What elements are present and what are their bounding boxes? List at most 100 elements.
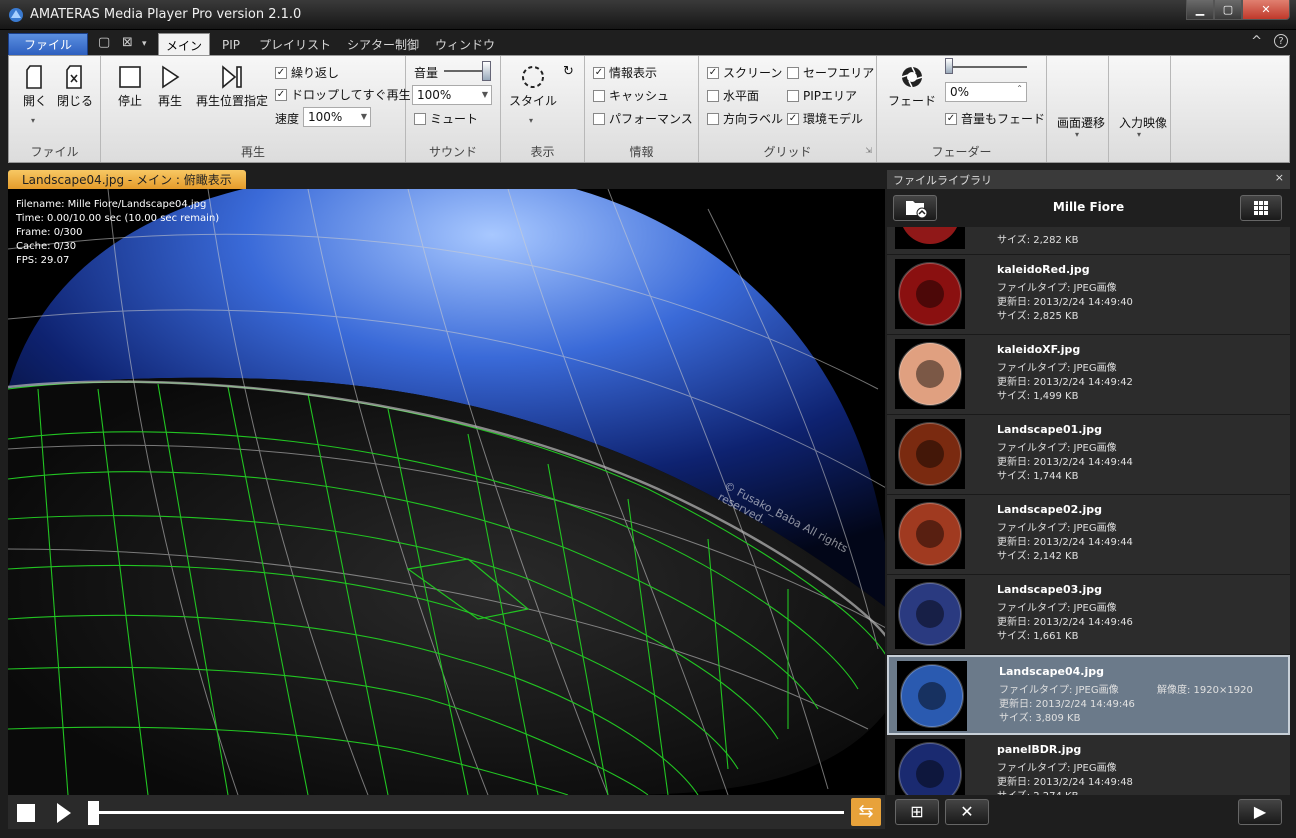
horizon-checkbox[interactable]: 水平面 <box>707 87 759 104</box>
play-group-label: 再生 <box>240 145 265 159</box>
mute-checkbox[interactable]: ミュート <box>414 110 478 127</box>
checkbox-box <box>707 89 719 102</box>
thumbnail <box>895 339 965 409</box>
speed-combo[interactable]: 100% ▼ <box>303 107 371 127</box>
volume-combo[interactable]: 100% ▼ <box>412 85 492 105</box>
thumbnail <box>895 499 965 569</box>
checkbox-box: ✓ <box>707 66 719 79</box>
loop-checkbox[interactable]: ✓ 繰り返し <box>275 64 339 81</box>
thumbnail <box>895 419 965 489</box>
fade-value-spinner[interactable]: 0% ⌃ <box>945 82 1027 102</box>
style-button[interactable]: スタイル <box>507 64 559 109</box>
style-dropdown-icon[interactable]: ▾ <box>529 116 533 125</box>
list-item[interactable]: サイズ: 2,282 KB <box>887 227 1290 255</box>
close-file-icon <box>66 65 82 89</box>
library-play-button[interactable]: ▶ <box>1238 799 1282 825</box>
close-window-button[interactable]: ✕ <box>1242 0 1290 20</box>
open-button[interactable]: 開く <box>19 64 51 109</box>
env-model-checkbox[interactable]: ✓ 環境モデル <box>787 110 863 127</box>
volume-label: 音量 <box>414 66 439 80</box>
fader-group: フェード 0% ⌃ ✓ 音量もフェード フェーダー <box>877 56 1047 162</box>
loop-toggle-button[interactable]: ⇆ <box>851 798 881 826</box>
stop-button[interactable]: 停止 <box>115 64 145 109</box>
file-size: サイズ: 1,661 KB <box>997 631 1079 642</box>
pip-area-checkbox[interactable]: PIPエリア <box>787 87 857 104</box>
tab-file[interactable]: ファイル <box>8 33 88 56</box>
play-group: 停止 再生 再生位置指定 ✓ 繰り返し ✓ ドロップしてすぐ再生 速度 100% ▼ … <box>101 56 411 162</box>
screen-checkbox[interactable]: ✓ スクリーン <box>707 64 782 81</box>
close-file-button[interactable]: 閉じる <box>55 64 95 109</box>
tab-main[interactable]: メイン <box>158 33 210 56</box>
rotate-icon[interactable]: ↻ <box>563 64 574 79</box>
safe-area-checkbox[interactable]: セーフエリア <box>787 64 874 81</box>
tab-pip[interactable]: PIP <box>215 33 247 56</box>
file-type: ファイルタイプ: JPEG画像 <box>997 363 1117 374</box>
volume-fade-checkbox[interactable]: ✓ 音量もフェード <box>945 110 1045 127</box>
open-file-icon <box>26 65 42 89</box>
input-video-group[interactable]: 入力映像 ▾ <box>1109 56 1171 162</box>
grid-view-button[interactable] <box>1240 195 1282 221</box>
open-dropdown-icon[interactable]: ▾ <box>31 116 35 125</box>
seek-button[interactable]: 再生位置指定 <box>195 64 269 109</box>
list-item[interactable]: kaleidoRed.jpg ファイルタイプ: JPEG画像 更新日: 2013/2… <box>887 255 1290 335</box>
list-item[interactable]: Landscape02.jpg ファイルタイプ: JPEG画像 更新日: 2013/… <box>887 495 1290 575</box>
remove-file-button[interactable]: ✕ <box>945 799 989 825</box>
minimize-button[interactable]: ▁ <box>1186 0 1214 20</box>
library-header: ファイルライブラリ × <box>887 170 1290 189</box>
tab-theater[interactable]: シアター制御 <box>343 33 423 56</box>
checkbox-box <box>593 89 605 102</box>
list-item[interactable]: Landscape01.jpg ファイルタイプ: JPEG画像 更新日: 2013/… <box>887 415 1290 495</box>
viewer-tab[interactable]: Landscape04.jpg - メイン : 俯瞰表示 <box>8 170 246 189</box>
dome-viewer[interactable]: Filename: Mille Fiore/Landscape04.jpg Ti… <box>8 189 885 795</box>
maximize-button[interactable]: ▢ <box>1214 0 1242 20</box>
file-size: サイズ: 3,809 KB <box>999 713 1081 724</box>
transport-play-button[interactable] <box>57 803 71 823</box>
thumbnail <box>897 661 967 731</box>
volume-slider-thumb[interactable] <box>482 61 491 81</box>
fade-button[interactable]: フェード <box>887 64 937 109</box>
input-video-label: 入力映像 <box>1119 116 1168 130</box>
add-file-icon: ⊞ <box>910 802 924 821</box>
tab-window[interactable]: ウィンドウ <box>430 33 500 56</box>
screen-transition-group[interactable]: 画面遷移 ▾ <box>1047 56 1109 162</box>
add-file-button[interactable]: ⊞ <box>895 799 939 825</box>
app-window: AMATERAS Media Player Pro version 2.1.0 … <box>0 0 1296 838</box>
cache-checkbox[interactable]: キャッシュ <box>593 87 669 104</box>
fade-slider-track[interactable] <box>947 66 1027 68</box>
checkbox-box <box>787 66 799 79</box>
help-icon[interactable]: ? <box>1274 34 1288 48</box>
direction-label-checkbox[interactable]: 方向ラベル <box>707 110 783 127</box>
info-cache: Cache: 0/30 <box>16 241 77 252</box>
info-display-checkbox[interactable]: ✓ 情報表示 <box>593 64 657 81</box>
library-close-button[interactable]: × <box>1275 171 1284 184</box>
list-item[interactable]: Landscape03.jpg ファイルタイプ: JPEG画像 更新日: 2013/… <box>887 575 1290 655</box>
quick-close-icon[interactable]: ⊠ <box>122 35 133 50</box>
file-size: サイズ: 1,499 KB <box>997 391 1079 402</box>
list-item[interactable]: kaleidoXF.jpg ファイルタイプ: JPEG画像更新日: 2013/2/… <box>887 335 1290 415</box>
seek-track[interactable] <box>88 811 844 814</box>
ribbon: 開く ▾ 閉じる ファイル 停止 再生 再生位置指定 ✓ 繰り返し ✓ ドロップ… <box>8 55 1290 163</box>
loop-icon: ⇆ <box>858 801 874 822</box>
info-time: Time: 0.00/10.00 sec (10.00 sec remain) <box>16 213 220 224</box>
thumbnail <box>895 739 965 795</box>
seek-icon <box>222 65 242 89</box>
drop-play-checkbox[interactable]: ✓ ドロップしてすぐ再生 <box>275 86 411 103</box>
performance-checkbox[interactable]: パフォーマンス <box>593 110 693 127</box>
transport-stop-button[interactable] <box>17 804 35 822</box>
file-name: panelBDR.jpg <box>997 743 1082 756</box>
seek-thumb[interactable] <box>88 801 99 825</box>
quick-access-dropdown-icon[interactable]: ▾ <box>142 39 147 49</box>
list-item[interactable]: Landscape04.jpg ファイルタイプ: JPEG画像 更新日: 2013/… <box>887 655 1290 735</box>
play-button[interactable]: 再生 <box>155 64 185 109</box>
file-date: 更新日: 2013/2/24 14:49:42 <box>997 377 1133 388</box>
grid-group-label: グリッド <box>763 145 812 159</box>
tab-playlist[interactable]: プレイリスト <box>255 33 335 56</box>
fade-slider-thumb[interactable] <box>945 58 953 74</box>
list-item[interactable]: panelBDR.jpg ファイルタイプ: JPEG画像 更新日: 2013/2/2… <box>887 735 1290 795</box>
collapse-ribbon-icon[interactable]: ^ <box>1251 34 1262 49</box>
file-name: kaleidoXF.jpg <box>997 343 1081 356</box>
app-icon <box>9 8 23 22</box>
quick-new-icon[interactable]: ▢ <box>98 35 110 50</box>
thumbnail <box>895 227 965 249</box>
file-date: 更新日: 2013/2/24 14:49:46 <box>999 699 1135 710</box>
